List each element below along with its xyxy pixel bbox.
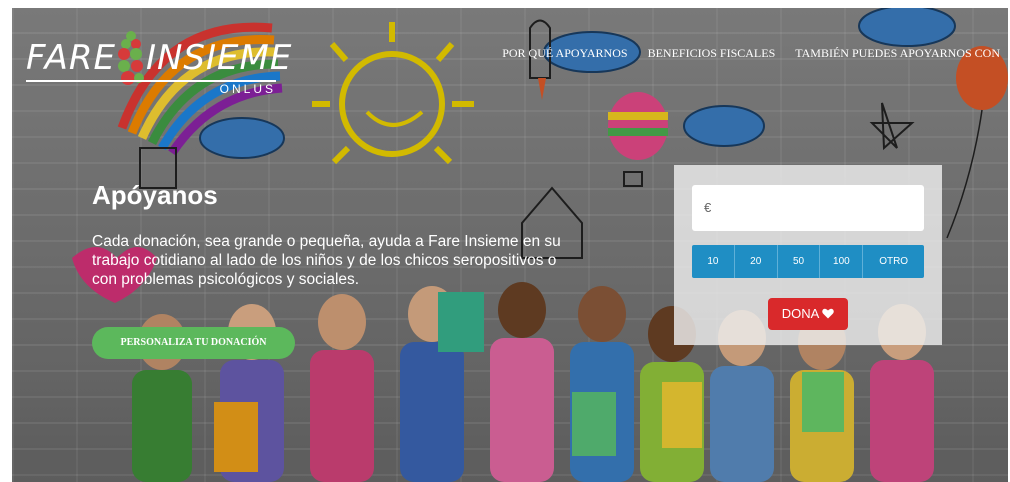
amount-option-50[interactable]: 50: [778, 245, 821, 278]
personalize-donation-button[interactable]: PERSONALIZA TU DONACIÓN: [92, 327, 295, 359]
hero-title: Apóyanos: [92, 180, 218, 210]
donate-button[interactable]: DONA: [768, 298, 848, 330]
heart-icon: [822, 308, 834, 319]
hero-description: Cada donación, sea grande o pequeña, ayu…: [92, 233, 561, 288]
nav-link-other-ways[interactable]: TAMBIÉN PUEDES APOYARNOS CON: [795, 46, 1000, 61]
logo-wordmark: FARE INSIEME: [26, 38, 292, 78]
amount-input[interactable]: [726, 185, 920, 233]
amount-field: €: [692, 185, 924, 233]
main-navigation: POR QUÉ APOYARNOS BENEFICIOS FISCALES TA…: [502, 46, 1000, 61]
fare-insieme-logo[interactable]: FARE INSIEME ONLUS: [26, 30, 291, 98]
logo-name-left: FARE: [26, 38, 116, 78]
logo-name-right: INSIEME: [145, 38, 293, 78]
hero-section: FARE INSIEME ONLUS POR QUÉ APOYARNOS BENE…: [12, 8, 1008, 482]
amount-option-10[interactable]: 10: [692, 245, 735, 278]
donate-label: DONA: [781, 306, 819, 321]
logo-tagline: ONLUS: [219, 82, 276, 96]
amount-option-other[interactable]: OTRO: [863, 245, 924, 278]
donation-panel: € 10 20 50 100 OTRO DONA: [674, 165, 942, 345]
amount-option-20[interactable]: 20: [735, 245, 778, 278]
currency-symbol: €: [704, 200, 712, 215]
nav-link-why-support[interactable]: POR QUÉ APOYARNOS: [502, 46, 627, 61]
amount-option-100[interactable]: 100: [820, 245, 864, 278]
nav-link-tax-benefits[interactable]: BENEFICIOS FISCALES: [648, 46, 776, 61]
amount-options: 10 20 50 100 OTRO: [692, 245, 924, 278]
